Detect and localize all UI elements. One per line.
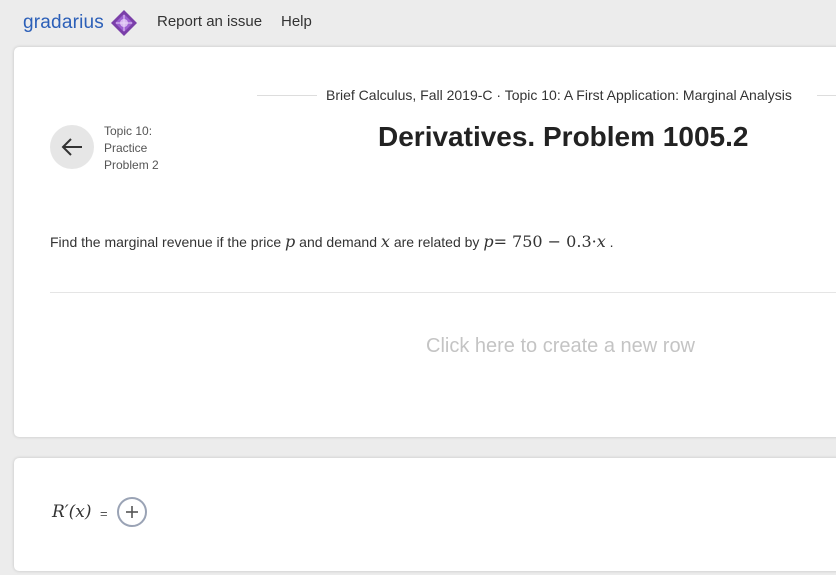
math-var-p: p <box>285 232 296 251</box>
problem-text-2: and demand <box>299 234 377 250</box>
help-link[interactable]: Help <box>281 13 312 30</box>
problem-end: . <box>609 234 614 250</box>
brand[interactable]: gradarius <box>23 9 138 37</box>
formula-rhs: = 750 − 0.3· <box>493 232 597 251</box>
breadcrumb: Brief Calculus, Fall 2019-C · Topic 10: … <box>326 87 792 103</box>
problem-number-label: Problem 2 <box>104 158 159 172</box>
plus-icon <box>126 506 138 518</box>
report-issue-link[interactable]: Report an issue <box>157 13 262 30</box>
breadcrumb-divider-right <box>817 95 836 96</box>
formula-x: x <box>596 232 606 251</box>
formula-lhs: p <box>483 232 494 251</box>
create-new-row-button[interactable]: Click here to create a new row <box>426 335 695 358</box>
gradarius-logo-icon <box>111 10 138 36</box>
divider <box>50 292 836 293</box>
add-answer-button[interactable] <box>117 497 147 527</box>
arrow-left-icon <box>61 138 82 156</box>
topic-label: Topic 10: <box>104 124 153 138</box>
problem-card: Brief Calculus, Fall 2019-C · Topic 10: … <box>14 47 836 437</box>
back-button[interactable] <box>50 125 94 169</box>
breadcrumb-divider-left <box>257 95 317 96</box>
practice-label: Practice <box>104 141 148 155</box>
math-var-x: x <box>380 232 390 251</box>
problem-text-1: Find the marginal revenue if the price <box>50 234 282 250</box>
brand-name[interactable]: gradarius <box>23 12 104 34</box>
answer-card: R′(x) = <box>14 458 836 571</box>
problem-statement: Find the marginal revenue if the price p… <box>50 232 614 251</box>
answer-equals: = <box>100 506 108 521</box>
problem-text-3: are related by <box>393 234 480 250</box>
answer-label: R′(x) <box>52 502 92 522</box>
page-title: Derivatives. Problem 1005.2 <box>378 121 749 152</box>
top-nav: gradarius Report an issue Help <box>0 0 836 44</box>
